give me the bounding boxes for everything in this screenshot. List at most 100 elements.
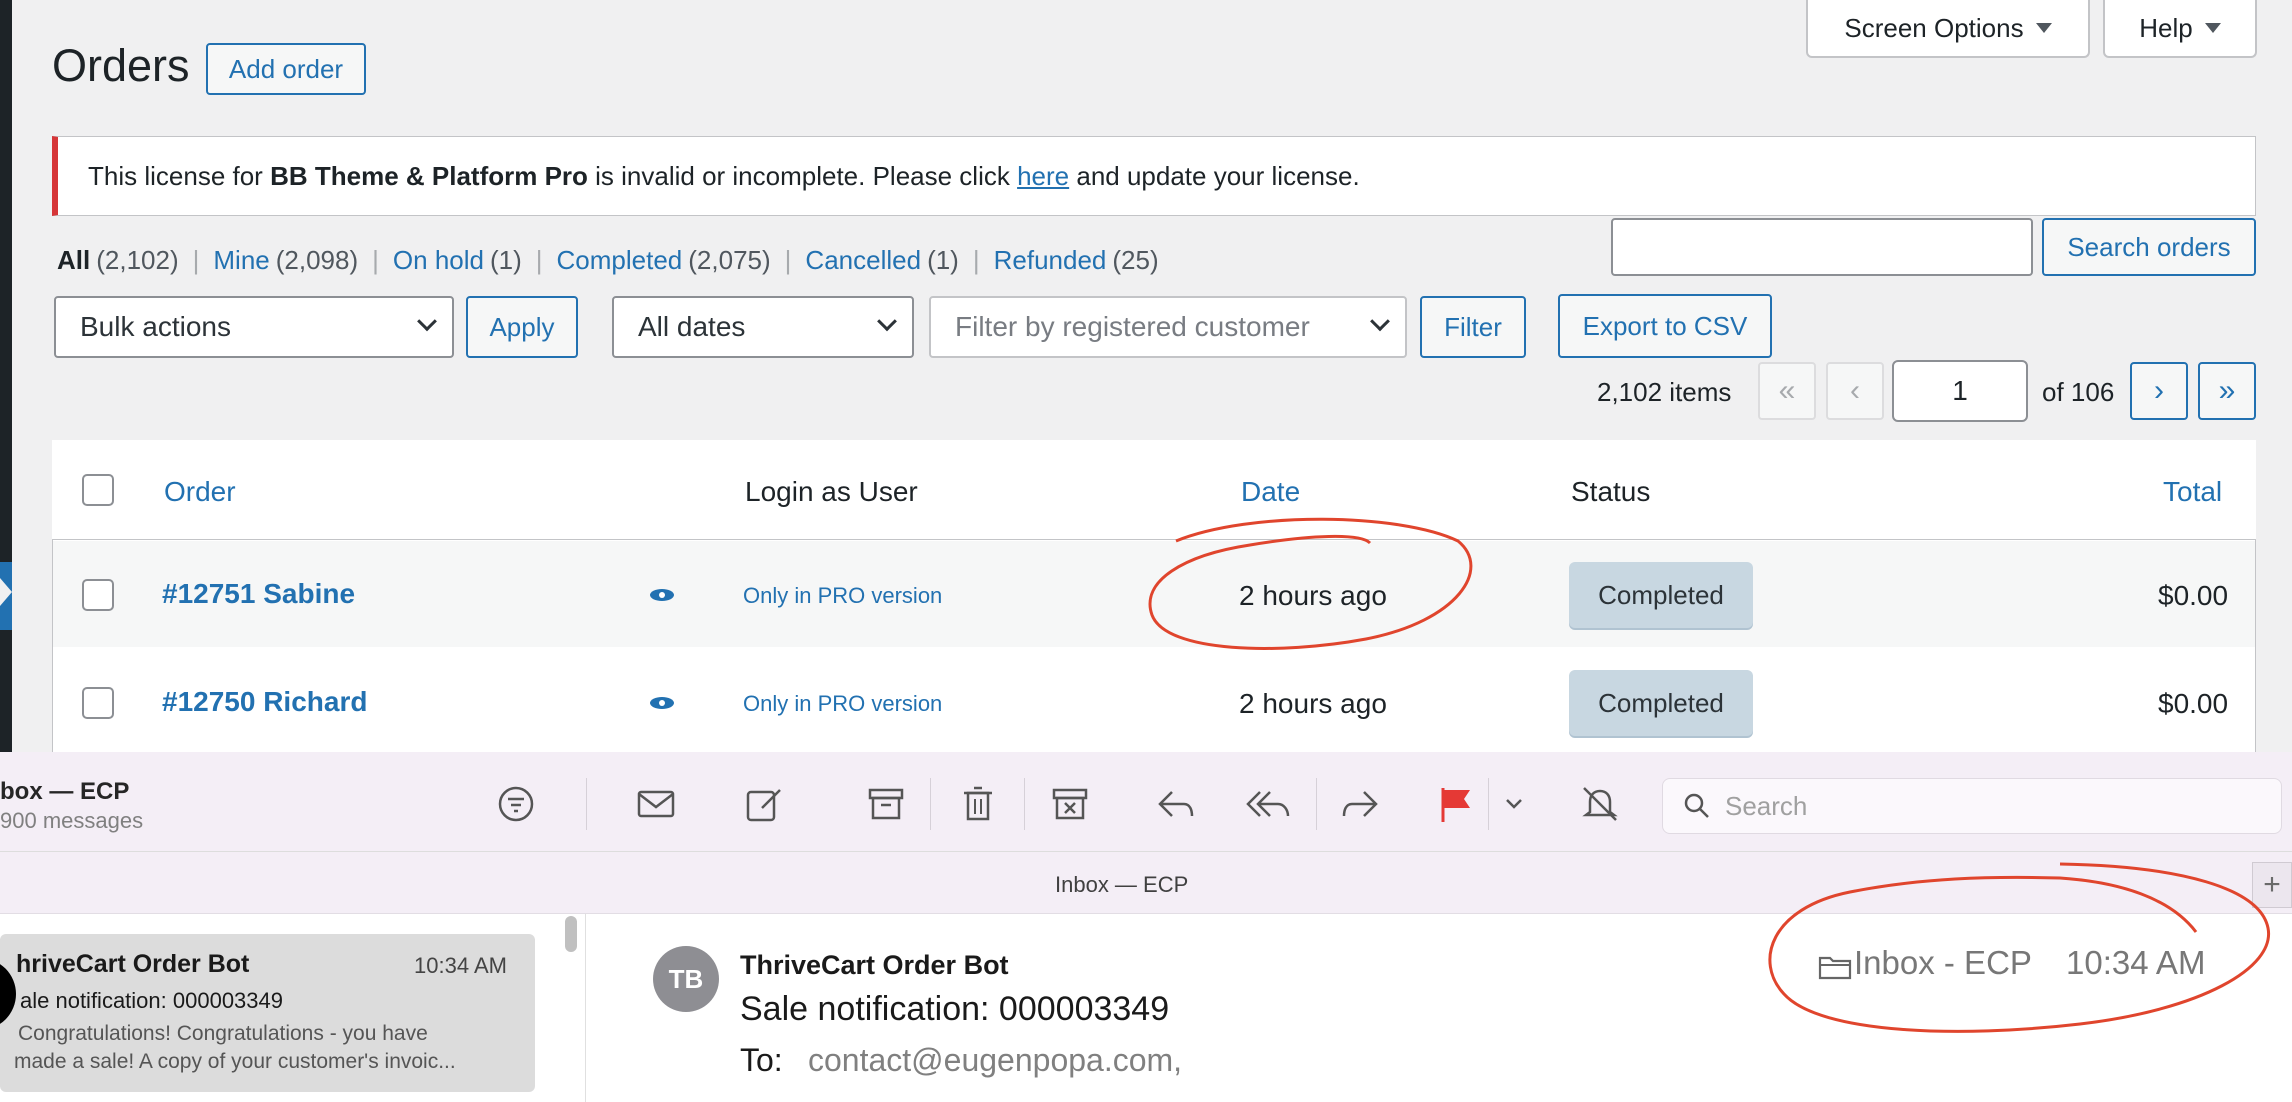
filter-refunded[interactable]: Refunded (25) xyxy=(994,245,1159,276)
separator: | xyxy=(192,245,200,275)
row-checkbox[interactable] xyxy=(82,687,114,719)
order-total: $0.00 xyxy=(2158,580,2229,611)
filter-cancelled-label: Cancelled xyxy=(805,245,922,275)
notice-product: BB Theme & Platform Pro xyxy=(270,160,588,191)
avatar: TB xyxy=(653,946,719,1012)
filter-cancelled[interactable]: Cancelled (1) xyxy=(805,245,958,276)
list-preview-line2: made a sale! A copy of your customer's i… xyxy=(14,1050,456,1073)
order-total: $0.00 xyxy=(2158,688,2229,719)
select-all-checkbox[interactable] xyxy=(82,474,114,506)
table-header xyxy=(52,440,2256,540)
row-checkbox[interactable] xyxy=(82,579,114,611)
login-as-user-pro[interactable]: Only in PRO version xyxy=(743,583,942,609)
list-preview-line1: Congratulations! Congratulations - you h… xyxy=(18,1022,428,1045)
message-to-value[interactable]: contact@eugenpopa.com, xyxy=(808,1042,1182,1079)
column-status: Status xyxy=(1571,476,1651,507)
archive-icon[interactable] xyxy=(864,782,908,826)
search-orders-button[interactable]: Search orders xyxy=(2042,218,2256,276)
filter-button[interactable]: Filter xyxy=(1420,296,1526,358)
search-icon xyxy=(1684,793,1709,818)
admin-sidebar xyxy=(0,0,12,752)
first-page-button[interactable]: « xyxy=(1758,362,1816,420)
order-link[interactable]: #12751 Sabine xyxy=(162,578,355,610)
items-count: 2,102 items xyxy=(1597,377,1732,407)
filter-cancelled-count: (1) xyxy=(927,245,959,275)
table-row[interactable] xyxy=(53,541,2255,647)
chevron-down-icon[interactable] xyxy=(1504,796,1524,812)
flag-icon[interactable] xyxy=(1434,782,1478,826)
status-badge: Completed xyxy=(1569,562,1753,628)
chevron-down-icon xyxy=(877,311,897,332)
notice-prefix: This license for xyxy=(88,160,271,191)
bulk-actions-select[interactable]: Bulk actions xyxy=(54,296,454,358)
separator: | xyxy=(784,245,792,275)
last-page-button[interactable]: » xyxy=(2198,362,2256,420)
mute-bell-icon[interactable] xyxy=(1578,782,1622,826)
list-scrollbar[interactable] xyxy=(565,916,577,952)
mailbox-count: 900 messages xyxy=(0,808,144,833)
eye-icon[interactable] xyxy=(649,696,675,710)
filter-completed[interactable]: Completed (2,075) xyxy=(557,245,771,276)
message-time: 10:34 AM xyxy=(2066,944,2206,981)
login-as-user-pro[interactable]: Only in PRO version xyxy=(743,691,942,717)
customer-filter-select[interactable]: Filter by registered customer xyxy=(929,296,1407,358)
filter-mine[interactable]: Mine (2,098) xyxy=(213,245,358,276)
reply-all-icon[interactable] xyxy=(1246,782,1290,826)
order-link[interactable]: #12750 Richard xyxy=(162,686,367,718)
new-tab-button[interactable]: + xyxy=(2252,862,2292,908)
export-csv-button[interactable]: Export to CSV xyxy=(1558,294,1772,358)
filter-icon[interactable] xyxy=(494,782,538,826)
page-title: Orders xyxy=(52,40,190,91)
bulk-actions-value: Bulk actions xyxy=(80,311,231,342)
customer-filter-placeholder: Filter by registered customer xyxy=(955,311,1310,342)
status-filters: All (2,102) | Mine (2,098) | On hold (1) | … xyxy=(57,245,1159,276)
mail-tab-title: Inbox — ECP xyxy=(1055,872,1189,897)
status-badge: Completed xyxy=(1569,670,1753,736)
notice-middle: is invalid or incomplete. Please click xyxy=(587,160,1018,191)
forward-icon[interactable] xyxy=(1338,782,1382,826)
order-date: 2 hours ago xyxy=(1239,688,1387,719)
filter-mine-label: Mine xyxy=(213,245,270,275)
filter-on-hold[interactable]: On hold (1) xyxy=(393,245,522,276)
filter-completed-label: Completed xyxy=(556,245,683,275)
prev-page-button[interactable]: ‹ xyxy=(1826,362,1884,420)
separator: | xyxy=(972,245,980,275)
mailbox-title: box — ECP xyxy=(0,778,130,805)
search-orders-input[interactable] xyxy=(1611,218,2033,276)
trash-icon[interactable] xyxy=(956,782,1000,826)
list-sender: hriveCart Order Bot xyxy=(16,950,250,978)
mail-search-input[interactable]: Search xyxy=(1662,778,2282,834)
toolbar-separator xyxy=(930,778,931,830)
list-subject: ale notification: 000003349 xyxy=(20,988,283,1013)
filter-on-hold-count: (1) xyxy=(489,245,522,275)
eye-icon[interactable] xyxy=(649,588,675,602)
chevron-down-icon xyxy=(1370,311,1390,332)
list-time: 10:34 AM xyxy=(414,953,507,978)
toolbar-separator xyxy=(1488,778,1489,830)
column-date[interactable]: Date xyxy=(1241,476,1300,508)
apply-button[interactable]: Apply xyxy=(466,296,578,358)
screen-options-button[interactable]: Screen Options xyxy=(1806,0,2090,58)
reply-icon[interactable] xyxy=(1154,782,1198,826)
message-mailbox: Inbox - ECP xyxy=(1854,944,2032,981)
filter-refunded-label: Refunded xyxy=(993,245,1107,275)
sidebar-arrow-icon xyxy=(0,578,12,606)
toolbar-separator xyxy=(586,778,587,830)
help-label: Help xyxy=(2139,12,2193,43)
order-date: 2 hours ago xyxy=(1239,580,1387,611)
column-total[interactable]: Total xyxy=(2163,476,2222,508)
column-order[interactable]: Order xyxy=(164,476,236,508)
next-page-button[interactable]: › xyxy=(2130,362,2188,420)
add-order-button[interactable]: Add order xyxy=(206,43,366,95)
filter-all[interactable]: All (2,102) xyxy=(57,245,179,276)
help-button[interactable]: Help xyxy=(2103,0,2257,58)
junk-icon[interactable] xyxy=(1048,782,1092,826)
current-page-input[interactable]: 1 xyxy=(1892,360,2028,422)
notice-here-link[interactable]: here xyxy=(1017,161,1069,192)
date-filter-select[interactable]: All dates xyxy=(612,296,914,358)
chevron-down-icon xyxy=(417,311,437,332)
envelope-icon[interactable] xyxy=(634,782,678,826)
screen-options-label: Screen Options xyxy=(1844,12,2024,43)
separator: | xyxy=(372,245,379,275)
compose-icon[interactable] xyxy=(742,782,786,826)
